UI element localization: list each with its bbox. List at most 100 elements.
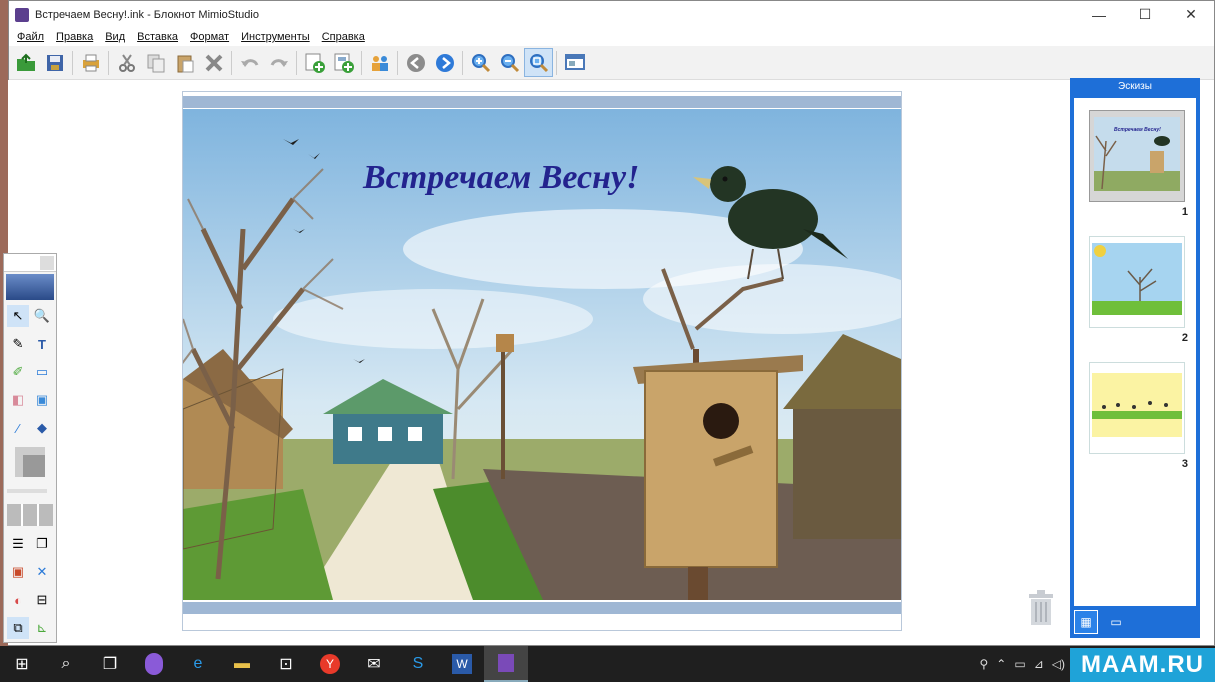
- app-icon: [15, 7, 29, 22]
- lines-tool-icon[interactable]: ☰: [7, 533, 29, 555]
- undo-icon[interactable]: [235, 48, 264, 77]
- redo-icon[interactable]: [264, 48, 293, 77]
- close-button[interactable]: ✕: [1168, 1, 1214, 28]
- recorder-tool-icon[interactable]: ▣: [7, 561, 29, 583]
- file-explorer-icon[interactable]: ▬: [220, 646, 264, 682]
- battery-icon[interactable]: ▭: [1014, 657, 1025, 671]
- menu-format[interactable]: Формат: [190, 31, 229, 43]
- spotlight-tool-icon[interactable]: ◐: [7, 589, 29, 611]
- zoom-tool-icon[interactable]: 🔍: [31, 305, 53, 327]
- eyedropper-tool-icon[interactable]: ⁄: [7, 417, 29, 439]
- screen-capture-icon[interactable]: ⊟: [31, 589, 53, 611]
- slide-title[interactable]: Встречаем Весну!: [363, 159, 639, 197]
- reveal-tool-icon[interactable]: ✕: [31, 561, 53, 583]
- transparency-picker[interactable]: [7, 504, 53, 526]
- copy-icon[interactable]: [141, 48, 170, 77]
- thumbnails-view-icon[interactable]: ▦: [1074, 610, 1098, 634]
- toolbar-separator: [231, 50, 232, 75]
- toolbar-separator: [72, 50, 73, 75]
- panel-header: Эскизы: [1118, 81, 1152, 92]
- toolbar-separator: [296, 50, 297, 75]
- zoom-out-icon[interactable]: [495, 48, 524, 77]
- mimio-taskbar-icon[interactable]: [484, 646, 528, 682]
- word-icon[interactable]: W: [440, 646, 484, 682]
- thumbnail-number: 1: [1181, 206, 1188, 218]
- menu-file[interactable]: Файл: [17, 31, 44, 43]
- panel-footer: ▦ ▭: [1074, 608, 1196, 636]
- toolbar-separator: [397, 50, 398, 75]
- image-tool-icon[interactable]: ▣: [31, 389, 53, 411]
- skype-icon[interactable]: S: [396, 646, 440, 682]
- menu-edit[interactable]: Правка: [56, 31, 93, 43]
- paste-icon[interactable]: [170, 48, 199, 77]
- palette-close-icon[interactable]: [40, 256, 54, 270]
- highlighter-tool-icon[interactable]: ✐: [7, 361, 29, 383]
- color-swatch[interactable]: [15, 447, 45, 477]
- select-tool-icon[interactable]: ↖: [7, 305, 29, 327]
- slide-bottom-band: [183, 602, 901, 614]
- taskbar: ⊞ ⌕ ❐ e ▬ ⊡ Y ✉ S W ⚲ ⌃ ▭ ⊿ ◁): [0, 646, 1215, 682]
- mail-icon[interactable]: ✉: [352, 646, 396, 682]
- cortana-icon[interactable]: [132, 646, 176, 682]
- workspace: Встречаем Весну!: [8, 80, 1076, 645]
- slide-image: Встречаем Весну!: [183, 109, 901, 600]
- slide-top-band: [183, 96, 901, 108]
- chevron-up-icon[interactable]: ⌃: [996, 657, 1006, 671]
- thumbnail-page-1[interactable]: Встречаем Весну!: [1089, 110, 1185, 202]
- toolbar-separator: [361, 50, 362, 75]
- thumbnail-page-3[interactable]: [1089, 362, 1185, 454]
- thumbnail-page-2[interactable]: [1089, 236, 1185, 328]
- start-icon[interactable]: ⊞: [0, 646, 44, 682]
- open-icon[interactable]: [11, 48, 40, 77]
- task-view-icon[interactable]: ❐: [88, 646, 132, 682]
- system-tray: ⚲ ⌃ ▭ ⊿ ◁): [980, 646, 1066, 682]
- volume-icon[interactable]: ◁): [1052, 657, 1065, 671]
- zoom-in-icon[interactable]: [466, 48, 495, 77]
- zoom-fit-icon[interactable]: [524, 48, 553, 77]
- toolbar-separator: [108, 50, 109, 75]
- watermark: MAAM.RU: [1070, 648, 1215, 682]
- eraser-tool-icon[interactable]: ◧: [7, 389, 29, 411]
- tools-palette: ↖ 🔍 ✎ T ✐ ▭ ◧ ▣ ⁄ ◆ ☰ ❐ ▣ ✕ ◐ ⊟ ⧉ ⊾: [3, 253, 57, 643]
- menu-insert[interactable]: Вставка: [137, 31, 178, 43]
- collaborate-icon[interactable]: [365, 48, 394, 77]
- minimize-button[interactable]: —: [1076, 1, 1122, 28]
- palette-header[interactable]: [4, 254, 56, 272]
- save-icon[interactable]: [40, 48, 69, 77]
- forward-icon[interactable]: [430, 48, 459, 77]
- maximize-button[interactable]: ☐: [1122, 1, 1168, 28]
- screen-icon[interactable]: [560, 48, 589, 77]
- yandex-browser-icon[interactable]: Y: [308, 646, 352, 682]
- text-tool-icon[interactable]: T: [31, 333, 53, 355]
- folder-icon[interactable]: ▭: [1104, 610, 1128, 634]
- delete-icon[interactable]: [199, 48, 228, 77]
- print-icon[interactable]: [76, 48, 105, 77]
- menubar: Файл Правка Вид Вставка Формат Инструмен…: [9, 28, 1214, 46]
- insert-page-icon[interactable]: [329, 48, 358, 77]
- fill-tool-icon[interactable]: ◆: [31, 417, 53, 439]
- menu-help[interactable]: Справка: [322, 31, 365, 43]
- network-icon[interactable]: ⊿: [1034, 657, 1044, 671]
- search-icon[interactable]: ⌕: [44, 646, 88, 682]
- cut-icon[interactable]: [112, 48, 141, 77]
- menu-view[interactable]: Вид: [105, 31, 125, 43]
- window-title: Встречаем Весну!.ink - Блокнот MimioStud…: [35, 8, 259, 21]
- thumbnail-panel: Эскизы Встречаем Весну! 1 2 3 ▦ ▭: [1070, 78, 1200, 638]
- menu-tools[interactable]: Инструменты: [241, 31, 310, 43]
- slide-canvas[interactable]: Встречаем Весну!: [182, 91, 902, 631]
- store-icon[interactable]: ⊡: [264, 646, 308, 682]
- toolbar-separator: [556, 50, 557, 75]
- back-icon[interactable]: [401, 48, 430, 77]
- edge-icon[interactable]: e: [176, 646, 220, 682]
- pen-tool-icon[interactable]: ✎: [7, 333, 29, 355]
- toolbar-separator: [462, 50, 463, 75]
- thickness-slider[interactable]: [7, 489, 47, 493]
- layers-tool-icon[interactable]: ❐: [31, 533, 53, 555]
- new-page-icon[interactable]: [300, 48, 329, 77]
- gallery-tool-icon[interactable]: ⧉: [7, 617, 29, 639]
- shape-tool-icon[interactable]: ▭: [31, 361, 53, 383]
- people-icon[interactable]: ⚲: [980, 657, 989, 671]
- trash-icon[interactable]: [1025, 588, 1057, 626]
- math-tool-icon[interactable]: ⊾: [31, 617, 53, 639]
- pen-preview: [6, 274, 54, 300]
